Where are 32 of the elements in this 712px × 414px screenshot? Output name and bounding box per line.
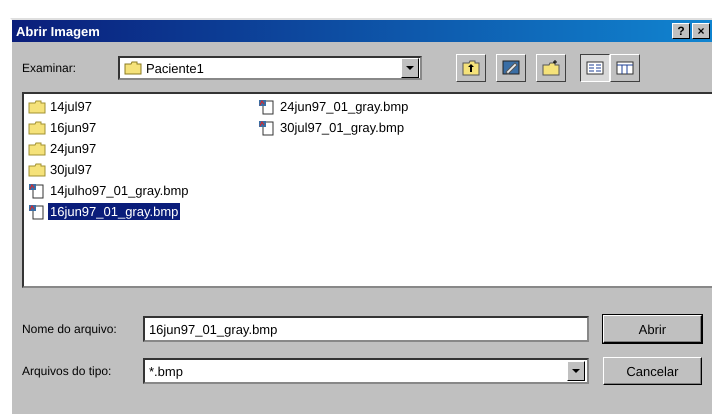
file-type-dropdown[interactable]: *.bmp (142, 358, 589, 384)
file-type-label: Arquivos do tipo: (22, 364, 112, 378)
file-item[interactable]: 14jul97 (28, 96, 238, 117)
look-in-dropdown[interactable]: Paciente1 (118, 56, 422, 80)
folder-icon (28, 162, 46, 178)
folder-icon (28, 98, 46, 114)
folder-icon (28, 140, 46, 156)
file-name-field[interactable]: 16jun97_01_gray.bmp (142, 316, 589, 342)
image-file-icon (258, 98, 276, 114)
cancel-button[interactable]: Cancelar (602, 357, 702, 385)
file-item[interactable]: 14julho97_01_gray.bmp (28, 180, 238, 201)
file-item[interactable]: 16jun97 (28, 117, 238, 138)
folder-icon (124, 61, 142, 75)
details-view-icon[interactable] (610, 54, 640, 82)
folder-up-icon[interactable] (456, 54, 486, 82)
help-button[interactable]: ? (672, 23, 690, 39)
file-item[interactable]: 24jun97_01_gray.bmp (258, 96, 468, 117)
open-button[interactable]: Abrir (602, 315, 702, 343)
file-item[interactable]: 24jun97 (28, 138, 238, 159)
folder-icon (28, 120, 46, 136)
file-item[interactable]: 30jul97_01_gray.bmp (258, 117, 468, 138)
file-name-label: Nome do arquivo: (22, 322, 118, 336)
look-in-label: Examinar: (22, 61, 78, 75)
window-title: Abrir Imagem (16, 24, 100, 38)
new-folder-icon[interactable] (536, 54, 566, 82)
file-item[interactable]: 30jul97 (28, 159, 238, 180)
image-file-icon (28, 204, 46, 220)
image-file-icon (258, 120, 276, 136)
close-button[interactable]: × (692, 23, 710, 39)
list-view-icon[interactable] (580, 54, 610, 82)
desktop-icon[interactable] (496, 54, 526, 82)
image-file-icon (28, 182, 46, 198)
